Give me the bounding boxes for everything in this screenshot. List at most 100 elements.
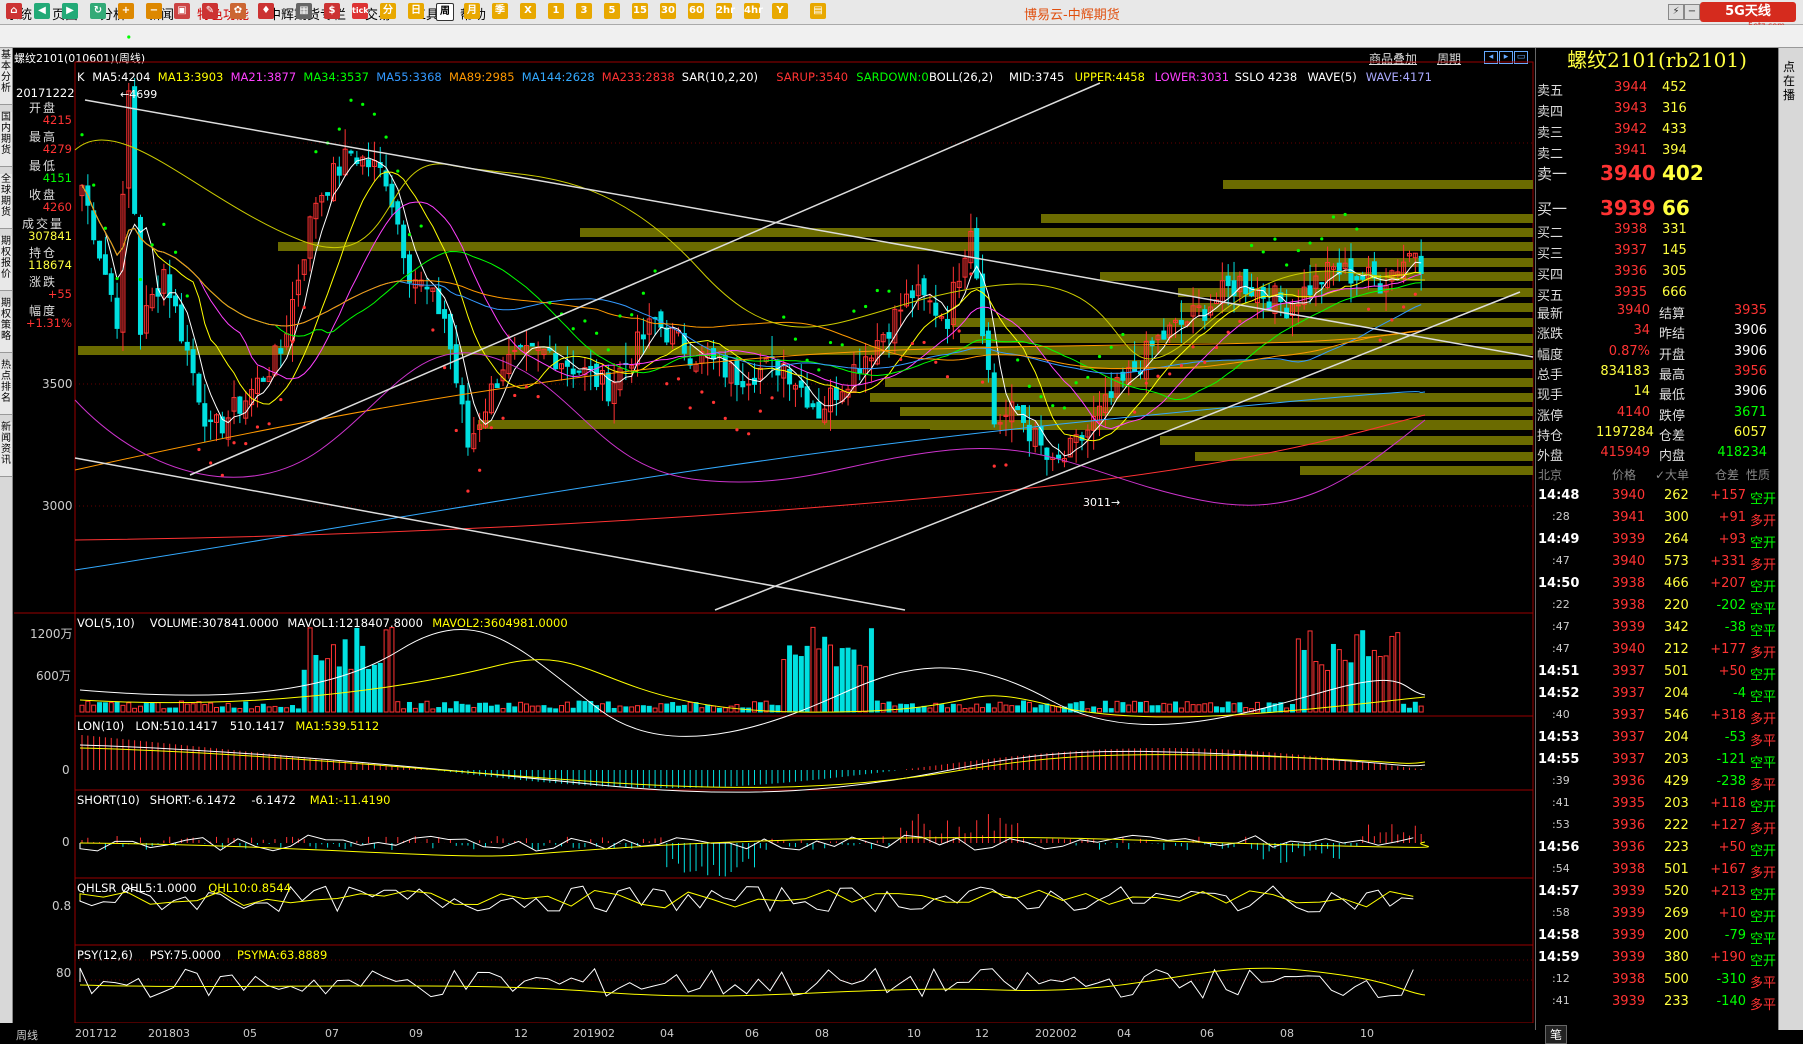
sar-dot — [419, 224, 423, 228]
x-label-7: 201902 — [573, 1027, 615, 1040]
bottom-tab[interactable]: 笔 — [1545, 1025, 1568, 1044]
volume-bar — [85, 700, 91, 713]
period-button-4hr[interactable]: 4hr — [744, 3, 763, 19]
zoom-out-icon[interactable]: − — [146, 3, 162, 19]
volume-profile-bar-17 — [1195, 452, 1533, 461]
x-label-12: 12 — [975, 1027, 989, 1040]
period-button-1[interactable]: 1 — [548, 3, 564, 19]
window-icon[interactable]: ▣ — [174, 3, 190, 19]
volume-bar — [1377, 655, 1383, 713]
stat-l1-2: 幅度 — [1537, 347, 1564, 363]
volume-bar — [991, 707, 997, 713]
volume-bar — [465, 704, 471, 713]
forward-icon[interactable]: ▶ — [62, 3, 78, 19]
tick-time-17: :54 — [1552, 862, 1570, 875]
volume-bar — [214, 706, 219, 713]
candle-body — [453, 344, 459, 384]
right-tab[interactable]: 点 在 播 — [1783, 60, 1797, 102]
candle-body — [909, 290, 915, 299]
candle-body — [570, 368, 576, 375]
indicator-icon[interactable]: ♦ — [258, 3, 274, 19]
period-button-60[interactable]: 60 — [688, 3, 704, 19]
bid-label-2: 买三 — [1537, 247, 1564, 262]
sar-dot — [1027, 384, 1031, 388]
sar-dot — [127, 35, 131, 39]
period-button-15[interactable]: 15 — [632, 3, 648, 19]
zoom-in-icon[interactable]: + — [118, 3, 134, 19]
period-button-5[interactable]: 5 — [604, 3, 620, 19]
draw-icon[interactable]: ✎ — [202, 3, 218, 19]
calendar-icon[interactable]: ▤ — [810, 3, 826, 19]
period-button-tick[interactable]: tick — [352, 3, 369, 19]
volume-bar — [1173, 701, 1179, 713]
tick-time-20: 14:58 — [1538, 928, 1580, 943]
buy-sell-icon[interactable]: $ — [324, 3, 340, 19]
volume-bar — [1237, 702, 1243, 713]
candle-body — [196, 373, 202, 403]
period-button-日[interactable]: 日 — [408, 3, 424, 19]
ma-legend-17: WAVE(5) — [1307, 70, 1357, 84]
period-button-季[interactable]: 季 — [492, 3, 508, 19]
tick-chg-7: +177 — [1710, 642, 1746, 657]
volume-bar — [143, 702, 149, 713]
period-button-Y[interactable]: Y — [772, 3, 788, 19]
paint-icon[interactable]: ✿ — [230, 3, 246, 19]
refresh-icon[interactable]: ↻ — [90, 3, 106, 19]
tick-time-1: :28 — [1552, 510, 1570, 523]
candle-body — [857, 368, 863, 374]
tick-price-8: 3937 — [1612, 664, 1646, 679]
candle-body — [1225, 275, 1231, 287]
candle-body — [178, 304, 184, 342]
sar-dot — [1004, 463, 1008, 467]
period-button-月[interactable]: 月 — [464, 3, 480, 19]
home-icon[interactable]: ⌂ — [6, 3, 22, 19]
table-icon[interactable]: ▦ — [296, 3, 312, 19]
stat-v1-5: 4140 — [1616, 404, 1650, 420]
sar-dot — [1156, 374, 1160, 378]
info-date: 20171222 — [16, 86, 75, 100]
period-button-分[interactable]: 分 — [380, 3, 396, 19]
sidebar-tab-2[interactable]: 全 球 期 货 — [0, 174, 12, 229]
volume-bar — [1097, 708, 1103, 713]
back-icon[interactable]: ◀ — [34, 3, 50, 19]
period-button-2hr[interactable]: 2hr — [716, 3, 735, 19]
period-button-30[interactable]: 30 — [660, 3, 676, 19]
volume-bar — [161, 708, 167, 713]
volume-bar — [898, 703, 904, 713]
sar-dot — [1133, 410, 1137, 414]
tick-price-3: 3940 — [1612, 554, 1646, 569]
period-button-X[interactable]: X — [520, 3, 536, 19]
candle-body — [202, 403, 208, 427]
ma-legend-15: LOWER:3031 — [1154, 70, 1230, 84]
candle-body — [260, 377, 266, 382]
tick-type-16: 空开 — [1750, 844, 1777, 859]
tick-time-4: 14:50 — [1538, 576, 1580, 591]
volume-bar — [553, 708, 559, 713]
sidebar-tab-5[interactable]: 热 点 排 名 — [0, 360, 12, 415]
volume-bar — [1114, 700, 1120, 713]
volume-bar — [792, 654, 798, 713]
candle-body — [810, 403, 816, 408]
sidebar-tab-6[interactable]: 新 闻 资 讯 — [0, 422, 12, 477]
sidebar-tab-3[interactable]: 期 权 报 价 — [0, 236, 12, 291]
tick-vol-7: 212 — [1664, 642, 1689, 657]
sidebar-tab-0[interactable]: 基 本 分 析 — [0, 50, 12, 105]
period-button-3[interactable]: 3 — [576, 3, 592, 19]
tick-chg-1: +91 — [1718, 510, 1746, 525]
period-button-周[interactable]: 周 — [436, 3, 454, 21]
sar-dot — [571, 327, 575, 331]
volume-bar — [687, 701, 693, 713]
trendline-up-1 — [189, 82, 1101, 476]
sar-dot — [103, 226, 107, 230]
tick-type-9: 空平 — [1750, 690, 1777, 705]
sidebar-tab-4[interactable]: 期 权 策 略 — [0, 298, 12, 353]
sidebar-tab-1[interactable]: 国 内 期 货 — [0, 112, 12, 167]
volume-bar — [418, 703, 424, 713]
volume-bar — [406, 701, 412, 713]
sar-dot — [793, 337, 798, 341]
candle-body — [442, 309, 448, 319]
candle-body — [933, 302, 939, 316]
tick-chg-6: -38 — [1724, 620, 1746, 635]
sar-dot — [1378, 338, 1382, 342]
tick-vol-10: 546 — [1664, 708, 1689, 723]
